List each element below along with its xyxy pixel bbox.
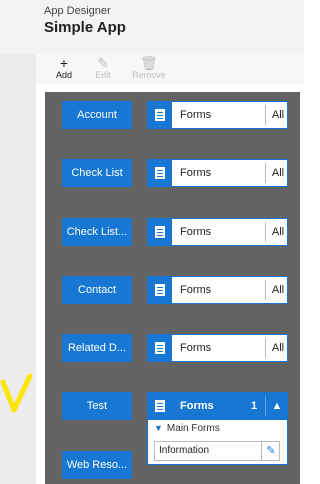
form-icon (148, 219, 172, 245)
entity-tile[interactable]: Account (62, 101, 132, 129)
forms-tile[interactable]: Forms All (147, 276, 288, 304)
section-header[interactable]: ▼ Main Forms (154, 423, 220, 434)
forms-count: All (271, 167, 285, 179)
forms-label: Forms (180, 342, 212, 354)
forms-tile[interactable]: Forms All (147, 159, 288, 187)
entity-tile[interactable]: Web Reso... (62, 451, 132, 479)
forms-tile[interactable]: Forms All (147, 101, 288, 129)
form-icon (148, 160, 172, 186)
remove-label: Remove (132, 70, 166, 80)
edit-label: Edit (95, 70, 111, 80)
add-button[interactable]: + Add (44, 56, 84, 80)
forms-tile-selected[interactable]: Forms 1 ▲ (147, 392, 288, 420)
form-item-label: Information (159, 445, 210, 456)
entity-tile[interactable]: Contact (62, 276, 132, 304)
entity-tile[interactable]: Related D... (62, 334, 132, 362)
divider (265, 163, 266, 183)
divider (265, 105, 266, 125)
remove-button[interactable]: 🗑 Remove (129, 56, 169, 80)
divider (265, 338, 266, 358)
pencil-icon[interactable]: ✎ (261, 442, 280, 460)
forms-dropdown: ▼ Main Forms Information ✎ (147, 419, 288, 465)
app-title: Simple App (44, 19, 126, 36)
forms-label: Forms (180, 167, 212, 179)
entity-tile[interactable]: Check List... (62, 218, 132, 246)
collapse-triangle-icon: ▼ (154, 423, 163, 433)
command-toolbar: + Add ✎ Edit 🗑 Remove (36, 54, 304, 84)
forms-count: All (271, 342, 285, 354)
divider (265, 396, 266, 416)
trash-icon: 🗑 (140, 55, 158, 71)
edit-button[interactable]: ✎ Edit (83, 56, 123, 80)
add-label: Add (55, 70, 72, 80)
app-header: App Designer Simple App (0, 0, 304, 54)
plus-icon: + (59, 55, 69, 71)
divider (265, 280, 266, 300)
form-icon (148, 277, 172, 303)
forms-tile[interactable]: Forms All (147, 218, 288, 246)
forms-label: Forms (180, 400, 214, 412)
forms-count: All (271, 226, 285, 238)
forms-count: All (271, 109, 285, 121)
entity-tile[interactable]: Check List (62, 159, 132, 187)
forms-label: Forms (180, 109, 212, 121)
form-icon (148, 102, 172, 128)
form-icon (148, 335, 172, 361)
annotation-check-mark (0, 373, 33, 413)
pencil-icon: ✎ (97, 55, 109, 71)
form-icon (148, 393, 172, 419)
chevron-up-icon[interactable]: ▲ (267, 393, 287, 419)
entity-tile[interactable]: Test (62, 392, 132, 420)
divider (265, 222, 266, 242)
forms-label: Forms (180, 226, 212, 238)
forms-tile[interactable]: Forms All (147, 334, 288, 362)
header-subtitle: App Designer (44, 5, 111, 17)
section-label: Main Forms (166, 423, 220, 434)
forms-label: Forms (180, 284, 212, 296)
form-list-item[interactable]: Information ✎ (154, 441, 280, 461)
forms-count: All (271, 284, 285, 296)
forms-count: 1 (250, 400, 258, 412)
